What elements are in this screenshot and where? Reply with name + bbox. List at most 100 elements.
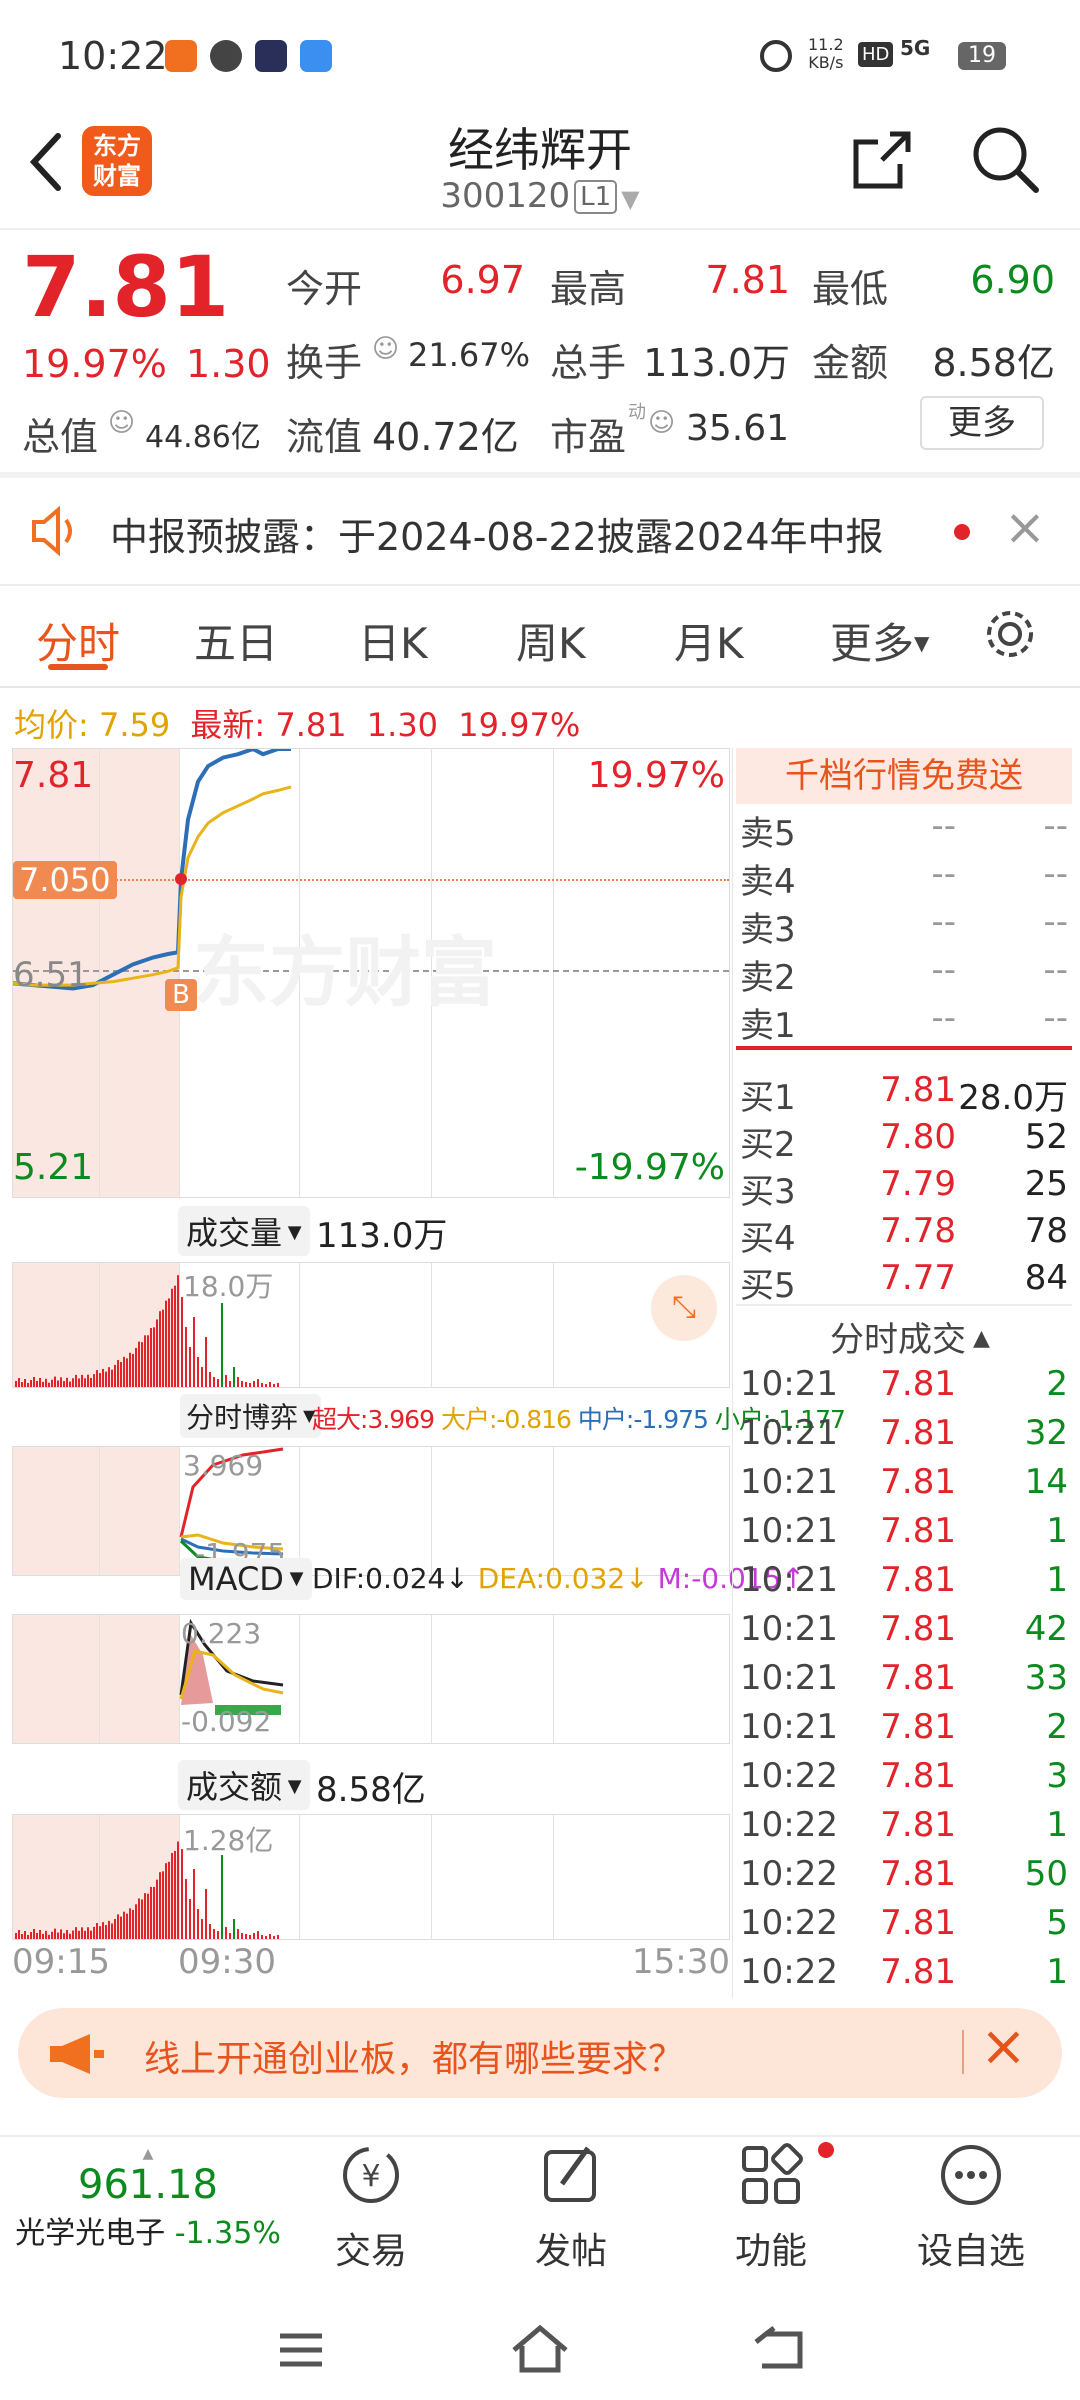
volume-chart[interactable]: 18.0万 ⤡ bbox=[12, 1262, 730, 1388]
mktcap-value: 44.86亿 bbox=[145, 420, 261, 455]
amount-selector[interactable]: 成交额 ▼ bbox=[178, 1760, 310, 1810]
watchlist-button[interactable]: 设自选 bbox=[906, 2140, 1036, 2274]
bid-row[interactable]: 买3 7.79 25 bbox=[736, 1164, 1072, 1212]
notification-chat-icon bbox=[300, 40, 332, 72]
bid-row[interactable]: 买5 7.77 84 bbox=[736, 1258, 1072, 1306]
trade-row[interactable]: 10:21 7.81 1 bbox=[736, 1511, 1072, 1559]
notification-video-icon bbox=[255, 40, 287, 72]
info-icon[interactable]: ☺ bbox=[108, 408, 135, 438]
macd-axis-top: 0.223 bbox=[181, 1617, 262, 1650]
ask-row[interactable]: 卖4 -- -- bbox=[736, 854, 1072, 902]
trade-row[interactable]: 10:22 7.81 1 bbox=[736, 1805, 1072, 1853]
row-price: 7.81 bbox=[880, 1462, 956, 1502]
function-button[interactable]: 功能 bbox=[706, 2140, 836, 2274]
pre-market-bar bbox=[78, 1378, 80, 1387]
time-axis-open: 09:30 bbox=[178, 1942, 276, 1982]
tab-more[interactable]: 更多▼ bbox=[830, 610, 929, 671]
promo-banner[interactable]: 千档行情免费送 bbox=[736, 748, 1072, 804]
ask-row[interactable]: 卖3 -- -- bbox=[736, 902, 1072, 950]
row-volume: 2 bbox=[1046, 1364, 1068, 1404]
row-volume: 3 bbox=[1046, 1756, 1068, 1796]
dropdown-icon: ▼ bbox=[914, 631, 930, 655]
trade-row[interactable]: 10:22 7.81 1 bbox=[736, 1952, 1072, 2000]
stock-code: 300120 bbox=[440, 176, 571, 216]
ad-banner[interactable]: 线上开通创业板，都有哪些要求？ × bbox=[18, 2008, 1062, 2098]
time-axis-start: 09:15 bbox=[12, 1942, 110, 1982]
macd-chart[interactable]: 0.223 -0.092 bbox=[12, 1614, 730, 1744]
post-button[interactable]: 发帖 bbox=[506, 2140, 636, 2274]
macd-selector[interactable]: MACD ▼ bbox=[180, 1558, 312, 1600]
trade-row[interactable]: 10:21 7.81 33 bbox=[736, 1658, 1072, 1706]
row-volume: 14 bbox=[1024, 1462, 1068, 1502]
volume-label: 成交量 bbox=[186, 1214, 283, 1252]
row-volume: -- bbox=[1043, 806, 1068, 846]
ask-row[interactable]: 卖5 -- -- bbox=[736, 806, 1072, 854]
ask-row[interactable]: 卖2 -- -- bbox=[736, 950, 1072, 998]
pre-market-bar bbox=[99, 1926, 101, 1939]
tab-day-k[interactable]: 日K bbox=[358, 610, 428, 671]
buy-marker[interactable]: B bbox=[165, 979, 197, 1011]
info-icon[interactable]: ☺ bbox=[648, 408, 675, 438]
function-label: 功能 bbox=[734, 2231, 807, 2272]
bid-row[interactable]: 买1 7.81 28.0万 bbox=[736, 1070, 1072, 1118]
pre-market-bar bbox=[102, 1368, 104, 1387]
tab-5day[interactable]: 五日 bbox=[194, 610, 278, 671]
expand-icon[interactable]: ⤡ bbox=[651, 1275, 717, 1341]
price-chart[interactable]: 东方财富 7.81 6.51 5.21 19.97% -19.97% 7.050… bbox=[12, 748, 730, 1198]
share-icon[interactable] bbox=[850, 128, 914, 192]
bid-row[interactable]: 买4 7.78 78 bbox=[736, 1211, 1072, 1259]
pre-market-bar bbox=[63, 1933, 65, 1939]
pre-market-bar bbox=[15, 1381, 17, 1387]
close-icon[interactable]: × bbox=[1004, 498, 1046, 556]
pre-market-bar bbox=[93, 1374, 95, 1387]
menu-icon[interactable] bbox=[276, 2330, 326, 2370]
volume-selector[interactable]: 成交量 ▼ bbox=[178, 1206, 310, 1256]
trade-button[interactable]: ¥ 交易 bbox=[306, 2140, 436, 2274]
index-ticker[interactable]: ▲ 961.18 光学光电子 -1.35% bbox=[8, 2146, 288, 2252]
row-price: 7.79 bbox=[880, 1164, 956, 1204]
trade-row[interactable]: 10:21 7.81 42 bbox=[736, 1609, 1072, 1657]
row-price: 7.81 bbox=[880, 1364, 956, 1404]
trade-row[interactable]: 10:22 7.81 50 bbox=[736, 1854, 1072, 1902]
row-label: 10:22 bbox=[740, 1805, 838, 1845]
trade-row[interactable]: 10:21 7.81 2 bbox=[736, 1364, 1072, 1412]
home-icon[interactable] bbox=[510, 2324, 570, 2374]
trade-row[interactable]: 10:21 7.81 2 bbox=[736, 1707, 1072, 1755]
stock-code-row[interactable]: 300120 L1 ▼ bbox=[0, 176, 1080, 216]
info-icon[interactable]: ☺ bbox=[372, 334, 399, 364]
trade-row[interactable]: 10:21 7.81 14 bbox=[736, 1462, 1072, 1510]
capital-selector[interactable]: 分时博弈 ▼ bbox=[180, 1394, 322, 1438]
banner-close-icon[interactable]: × bbox=[980, 2014, 1027, 2079]
tab-month-k[interactable]: 月K bbox=[674, 610, 744, 671]
pre-market-bar bbox=[162, 1871, 164, 1939]
price-marker-label[interactable]: 7.050 bbox=[13, 861, 117, 899]
capital-label: 分时博弈 bbox=[186, 1401, 299, 1434]
ask-row[interactable]: 卖1 -- -- bbox=[736, 998, 1072, 1046]
session-bar bbox=[213, 1377, 215, 1387]
net-speed-value: 11.2 bbox=[808, 35, 844, 54]
session-bar bbox=[261, 1383, 263, 1387]
bid-row[interactable]: 买2 7.80 52 bbox=[736, 1117, 1072, 1165]
tab-fenshi[interactable]: 分时 bbox=[36, 610, 120, 671]
more-button[interactable]: 更多 bbox=[920, 396, 1044, 450]
tab-week-k[interactable]: 周K bbox=[516, 610, 586, 671]
search-icon[interactable] bbox=[970, 124, 1042, 196]
trade-row[interactable]: 10:22 7.81 5 bbox=[736, 1903, 1072, 1951]
megaphone-icon bbox=[50, 2034, 104, 2074]
pre-market-bar bbox=[66, 1930, 68, 1939]
pre-market-bar bbox=[96, 1370, 98, 1387]
amount-panel-label: 成交额 bbox=[186, 1768, 283, 1806]
notice-bar[interactable]: 中报预披露：于2024-08-22披露2024年中报 × bbox=[0, 478, 1080, 588]
more-dots-icon bbox=[941, 2145, 1001, 2205]
amount-chart[interactable]: 1.28亿 bbox=[12, 1814, 730, 1940]
back-icon[interactable] bbox=[752, 2324, 808, 2374]
trade-row[interactable]: 10:22 7.81 3 bbox=[736, 1756, 1072, 1804]
capital-chart[interactable]: 3.969 -1.975 bbox=[12, 1446, 730, 1576]
trade-row[interactable]: 10:21 7.81 1 bbox=[736, 1560, 1072, 1608]
session-bar bbox=[209, 1372, 211, 1387]
macd-legend: DIF:0.024↓ DEA:0.032↓ M:-0.015↑ bbox=[312, 1562, 805, 1595]
gear-icon[interactable] bbox=[982, 606, 1038, 662]
trade-row[interactable]: 10:21 7.81 32 bbox=[736, 1413, 1072, 1461]
trades-title[interactable]: 分时成交 ▲ bbox=[830, 1312, 990, 1361]
pe-value: 35.61 bbox=[686, 408, 790, 449]
